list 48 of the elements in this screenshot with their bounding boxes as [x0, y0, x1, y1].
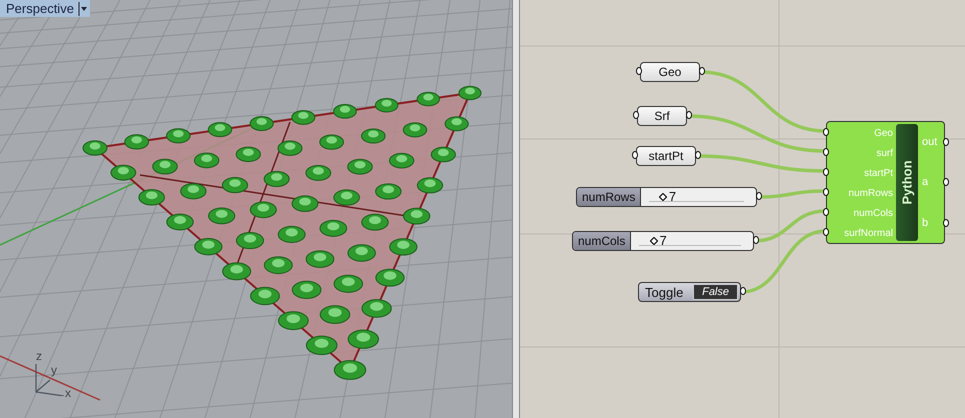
parameter-node[interactable]: startPt [636, 146, 696, 166]
output-grip[interactable] [943, 219, 949, 227]
toggle-label: Toggle [645, 284, 684, 300]
slider-track[interactable]: 7 [649, 188, 744, 206]
input-label: Geo [874, 127, 893, 141]
toggle-value[interactable]: False [693, 284, 738, 300]
component-title: Python [896, 124, 918, 241]
output-grip[interactable] [699, 67, 705, 75]
input-grip[interactable] [823, 148, 829, 156]
input-grip[interactable] [823, 228, 829, 236]
slider-label: numCols [573, 232, 632, 250]
x-axis-label: x [65, 387, 71, 399]
output-grip[interactable] [753, 236, 759, 244]
slider-track[interactable]: 7 [639, 232, 741, 250]
input-grip[interactable] [823, 168, 829, 176]
input-label: numRows [848, 187, 893, 201]
output-grip[interactable] [943, 138, 949, 146]
slider-label: numRows [577, 188, 642, 206]
caret-icon[interactable] [78, 2, 87, 16]
z-axis-label: z [36, 350, 42, 362]
output-label: b [922, 216, 928, 231]
panel-splitter[interactable] [512, 0, 520, 418]
input-grip[interactable] [636, 67, 642, 75]
input-grip[interactable] [633, 111, 639, 119]
viewport-title-tab[interactable]: Perspective [0, 0, 90, 17]
input-label: startPt [864, 167, 893, 181]
output-grip[interactable] [756, 192, 762, 200]
input-grip[interactable] [823, 208, 829, 216]
input-label: surfNormal [844, 227, 893, 241]
output-grip[interactable] [740, 287, 746, 295]
number-slider[interactable]: numCols 7 [572, 231, 754, 251]
input-grip[interactable] [823, 128, 829, 136]
output-grip[interactable] [695, 151, 701, 159]
parameter-node[interactable]: Srf [637, 106, 687, 126]
slider-thumb[interactable]: 7 [658, 189, 676, 204]
input-grip[interactable] [823, 188, 829, 196]
output-label: a [922, 175, 928, 190]
output-grip[interactable] [686, 111, 692, 119]
number-slider[interactable]: numRows 7 [576, 187, 757, 207]
output-grip[interactable] [943, 178, 949, 186]
input-label: numCols [854, 207, 893, 221]
parameter-node[interactable]: Geo [640, 62, 700, 82]
output-label: out [922, 135, 938, 150]
y-axis-label: y [51, 364, 57, 376]
input-label: surf [876, 147, 893, 161]
boolean-toggle[interactable]: Toggle False [638, 282, 741, 302]
slider-thumb[interactable]: 7 [650, 233, 667, 248]
input-grip[interactable] [632, 151, 638, 159]
